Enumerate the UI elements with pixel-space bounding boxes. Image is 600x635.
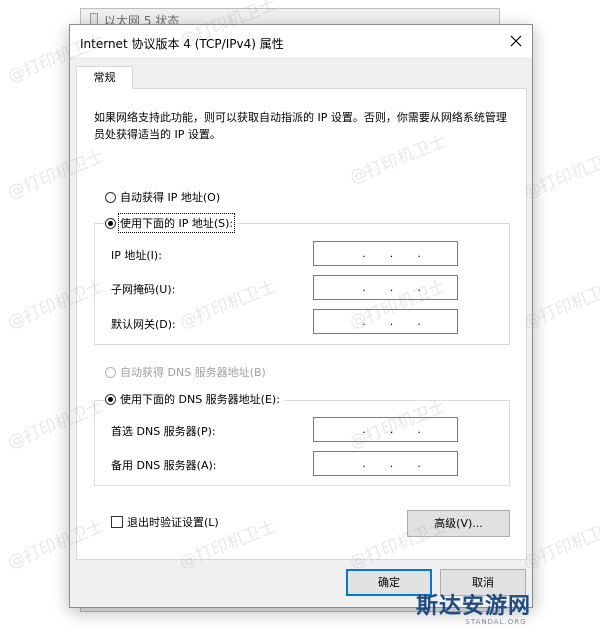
site-logo: 斯达安游网 STANDAL.ORG bbox=[416, 588, 576, 633]
auto-dns-radio[interactable] bbox=[105, 366, 116, 378]
site-logo-text: 斯达安游网 bbox=[416, 593, 532, 619]
manual-ip-label: 使用下面的 IP 地址(S): bbox=[117, 213, 236, 233]
default-gateway-label: 默认网关(D): bbox=[111, 318, 176, 331]
auto-ip-option[interactable]: 自动获得 IP 地址(O) bbox=[105, 189, 220, 205]
ip-address-label: IP 地址(I): bbox=[111, 249, 162, 262]
manual-dns-label: 使用下面的 DNS 服务器地址(E): bbox=[120, 393, 280, 406]
subnet-mask-input[interactable]: ... bbox=[313, 275, 458, 300]
alternate-dns-label: 备用 DNS 服务器(A): bbox=[111, 459, 217, 472]
tab-general[interactable]: 常规 bbox=[76, 66, 133, 89]
validate-settings-option[interactable]: 退出时验证设置(L) bbox=[111, 514, 219, 530]
preferred-dns-input[interactable]: ... bbox=[313, 417, 458, 442]
title-bar: Internet 协议版本 4 (TCP/IPv4) 属性 bbox=[70, 25, 532, 57]
manual-ip-radio[interactable] bbox=[105, 217, 116, 229]
preferred-dns-label: 首选 DNS 服务器(P): bbox=[111, 425, 216, 438]
validate-settings-label: 退出时验证设置(L) bbox=[127, 516, 219, 529]
default-gateway-input[interactable]: ... bbox=[313, 309, 458, 334]
general-panel: 如果网络支持此功能，则可以获取自动指派的 IP 设置。否则，你需要从网络系统管理… bbox=[76, 88, 527, 560]
auto-dns-option[interactable]: 自动获得 DNS 服务器地址(B) bbox=[105, 364, 266, 380]
ipv4-properties-dialog: Internet 协议版本 4 (TCP/IPv4) 属性 常规 如果网络支持此… bbox=[69, 24, 533, 608]
auto-ip-label: 自动获得 IP 地址(O) bbox=[120, 191, 221, 204]
advanced-button[interactable]: 高级(V)... bbox=[407, 510, 510, 537]
manual-dns-option[interactable]: 使用下面的 DNS 服务器地址(E): bbox=[105, 391, 284, 407]
ip-address-input[interactable]: ... bbox=[313, 241, 458, 266]
auto-dns-label: 自动获得 DNS 服务器地址(B) bbox=[120, 366, 266, 379]
auto-ip-radio[interactable] bbox=[105, 191, 116, 203]
dialog-title: Internet 协议版本 4 (TCP/IPv4) 属性 bbox=[80, 37, 284, 51]
close-icon bbox=[510, 35, 522, 47]
validate-settings-checkbox[interactable] bbox=[111, 516, 123, 528]
description-text: 如果网络支持此功能，则可以获取自动指派的 IP 设置。否则，你需要从网络系统管理… bbox=[94, 111, 507, 141]
manual-dns-radio[interactable] bbox=[105, 393, 116, 405]
manual-ip-option[interactable]: 使用下面的 IP 地址(S): bbox=[105, 213, 238, 233]
subnet-mask-label: 子网掩码(U): bbox=[111, 283, 176, 296]
alternate-dns-input[interactable]: ... bbox=[313, 451, 458, 476]
close-button[interactable] bbox=[504, 29, 528, 53]
